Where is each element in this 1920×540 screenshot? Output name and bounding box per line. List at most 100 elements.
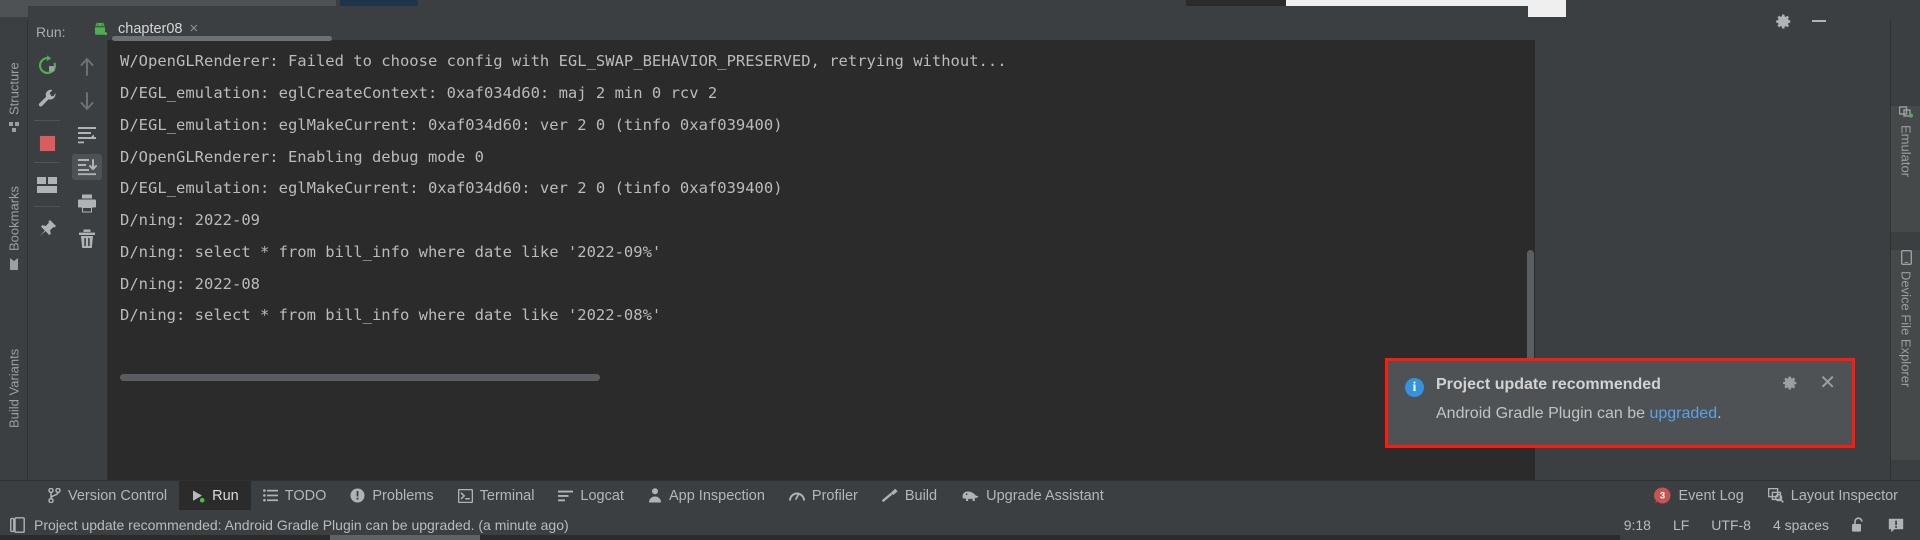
bottom-tab-label: Version Control — [68, 487, 168, 504]
logcat-icon — [558, 490, 574, 502]
run-console-output[interactable]: W/OpenGLRenderer: Failed to choose confi… — [108, 40, 1535, 480]
sidebar-item-emulator[interactable]: Emulator — [1891, 106, 1920, 232]
upgrade-link[interactable]: upgraded — [1649, 405, 1717, 422]
bottom-tab-run[interactable]: Run — [179, 480, 251, 511]
bottom-tab-label: Build — [904, 487, 938, 504]
console-line: W/OpenGLRenderer: Failed to choose confi… — [120, 52, 1007, 70]
run-tab-label: chapter08 — [118, 20, 183, 37]
console-line: D/EGL_emulation: eglMakeCurrent: 0xaf034… — [120, 116, 783, 134]
notification-balloon[interactable]: i Project update recommended Android Gra… — [1385, 358, 1855, 448]
close-icon[interactable]: ✕ — [1819, 373, 1836, 393]
soft-wrap-icon[interactable] — [72, 122, 102, 148]
notification-body-prefix: Android Gradle Plugin can be — [1436, 405, 1650, 422]
bottom-tab-label: Event Log — [1678, 487, 1744, 504]
sidebar-item-label: Bookmarks — [6, 185, 22, 251]
sidebar-item-device-file-explorer[interactable]: Device File Explorer — [1891, 250, 1920, 460]
bottom-tool-tabs: Version Control Run TODO Problems Termin… — [0, 480, 1920, 511]
bottom-tab-todo[interactable]: TODO — [251, 481, 339, 511]
wrench-icon[interactable] — [32, 86, 62, 112]
structure-icon — [9, 121, 20, 132]
console-line: D/ning: select * from bill_info where da… — [120, 306, 662, 324]
info-icon: i — [1405, 378, 1424, 397]
bottom-tab-label: Run — [212, 487, 239, 504]
bottom-tab-label: Terminal — [479, 487, 535, 504]
bookmark-icon — [9, 257, 19, 270]
console-vertical-scrollbar[interactable] — [1527, 250, 1534, 370]
left-tool-strip: Structure Bookmarks Build Variants — [0, 20, 28, 480]
console-line: D/ning: select * from bill_info where da… — [120, 243, 662, 261]
bottom-tab-upgrade-assistant[interactable]: Upgrade Assistant — [949, 481, 1116, 511]
profiler-icon — [788, 489, 805, 502]
warning-icon — [350, 488, 365, 503]
device-icon — [1900, 250, 1912, 265]
rerun-icon[interactable] — [32, 52, 62, 78]
stop-icon[interactable] — [32, 130, 62, 156]
print-icon[interactable] — [72, 190, 102, 216]
notification-body: Android Gradle Plugin can be upgraded. — [1436, 405, 1722, 423]
file-encoding[interactable]: UTF-8 — [1711, 517, 1751, 533]
right-tool-strip: Emulator Device File Explorer — [1890, 20, 1920, 480]
line-separator[interactable]: LF — [1673, 517, 1689, 533]
bottom-tab-label: App Inspection — [668, 487, 765, 504]
indent-setting[interactable]: 4 spaces — [1773, 517, 1829, 533]
run-label: Run: — [36, 24, 66, 40]
android-icon — [92, 21, 111, 36]
arrow-up-icon[interactable] — [72, 54, 102, 80]
bottom-tab-label: Profiler — [811, 487, 858, 504]
emulator-icon — [1899, 106, 1913, 119]
bottom-tab-label: Upgrade Assistant — [986, 487, 1104, 504]
status-message[interactable]: Project update recommended: Android Grad… — [34, 517, 569, 533]
bottom-tab-build[interactable]: Build — [870, 481, 949, 511]
bottom-tab-version-control[interactable]: Version Control — [36, 481, 179, 511]
console-line: D/ning: 2022-08 — [120, 275, 260, 293]
layout-inspector-icon — [1767, 488, 1784, 503]
close-icon[interactable]: × — [190, 20, 199, 37]
sidebar-item-build-variants[interactable]: Build Variants — [0, 288, 28, 428]
bottom-tab-terminal[interactable]: Terminal — [446, 481, 547, 511]
list-icon — [262, 489, 278, 502]
inspection-icon — [648, 488, 662, 503]
run-tool-window-header: Run: chapter08 × — [28, 6, 1528, 46]
console-horizontal-scrollbar[interactable] — [120, 374, 600, 381]
gear-icon[interactable] — [1775, 13, 1792, 30]
console-line: D/OpenGLRenderer: Enabling debug mode 0 — [120, 148, 484, 166]
notification-title: Project update recommended — [1436, 376, 1661, 393]
caret-position[interactable]: 9:18 — [1624, 517, 1651, 533]
window-bottom-edge — [0, 535, 1920, 540]
pin-icon[interactable] — [32, 216, 62, 242]
trash-icon[interactable] — [72, 226, 102, 252]
bottom-tab-label: Problems — [372, 487, 434, 504]
sidebar-item-bookmarks[interactable]: Bookmarks — [0, 150, 28, 270]
run-icon — [191, 489, 205, 503]
bottom-tab-profiler[interactable]: Profiler — [777, 481, 870, 511]
console-line: D/EGL_emulation: eglMakeCurrent: 0xaf034… — [120, 179, 783, 197]
console-line: D/EGL_emulation: eglCreateContext: 0xaf0… — [120, 84, 718, 102]
gear-icon[interactable] — [1782, 375, 1798, 391]
arrow-down-icon[interactable] — [72, 88, 102, 114]
message-icon[interactable] — [10, 517, 25, 533]
bottom-tab-event-log[interactable]: 3 Event Log — [1642, 481, 1755, 511]
sidebar-item-label: Emulator — [1898, 125, 1914, 178]
layout-icon[interactable] — [32, 172, 62, 198]
minimize-icon[interactable] — [1810, 14, 1828, 28]
bottom-tab-layout-inspector[interactable]: Layout Inspector — [1756, 481, 1920, 511]
bottom-tab-problems[interactable]: Problems — [338, 481, 445, 511]
badge-icon: 3 — [1654, 487, 1671, 504]
terminal-icon — [457, 488, 473, 503]
unlock-icon[interactable] — [1851, 517, 1866, 533]
bottom-tab-label: Layout Inspector — [1790, 487, 1898, 504]
hammer-icon — [881, 488, 898, 503]
bottom-tab-label: Logcat — [580, 487, 624, 504]
bottom-right-edge — [1620, 535, 1920, 540]
bottom-tab-app-inspection[interactable]: App Inspection — [636, 481, 777, 511]
notification-icon[interactable] — [1888, 518, 1904, 533]
console-line: D/ning: 2022-09 — [120, 211, 260, 229]
scroll-to-end-icon[interactable] — [72, 154, 102, 180]
run-toolbar-secondary — [66, 40, 108, 480]
bottom-tab-logcat[interactable]: Logcat — [546, 481, 636, 511]
sidebar-item-label: Structure — [6, 62, 22, 115]
bottom-scrollbar[interactable] — [330, 535, 480, 540]
run-toolbar-primary — [28, 40, 66, 480]
sidebar-item-structure[interactable]: Structure — [0, 24, 28, 132]
console-scrollbar-top[interactable] — [112, 36, 332, 41]
